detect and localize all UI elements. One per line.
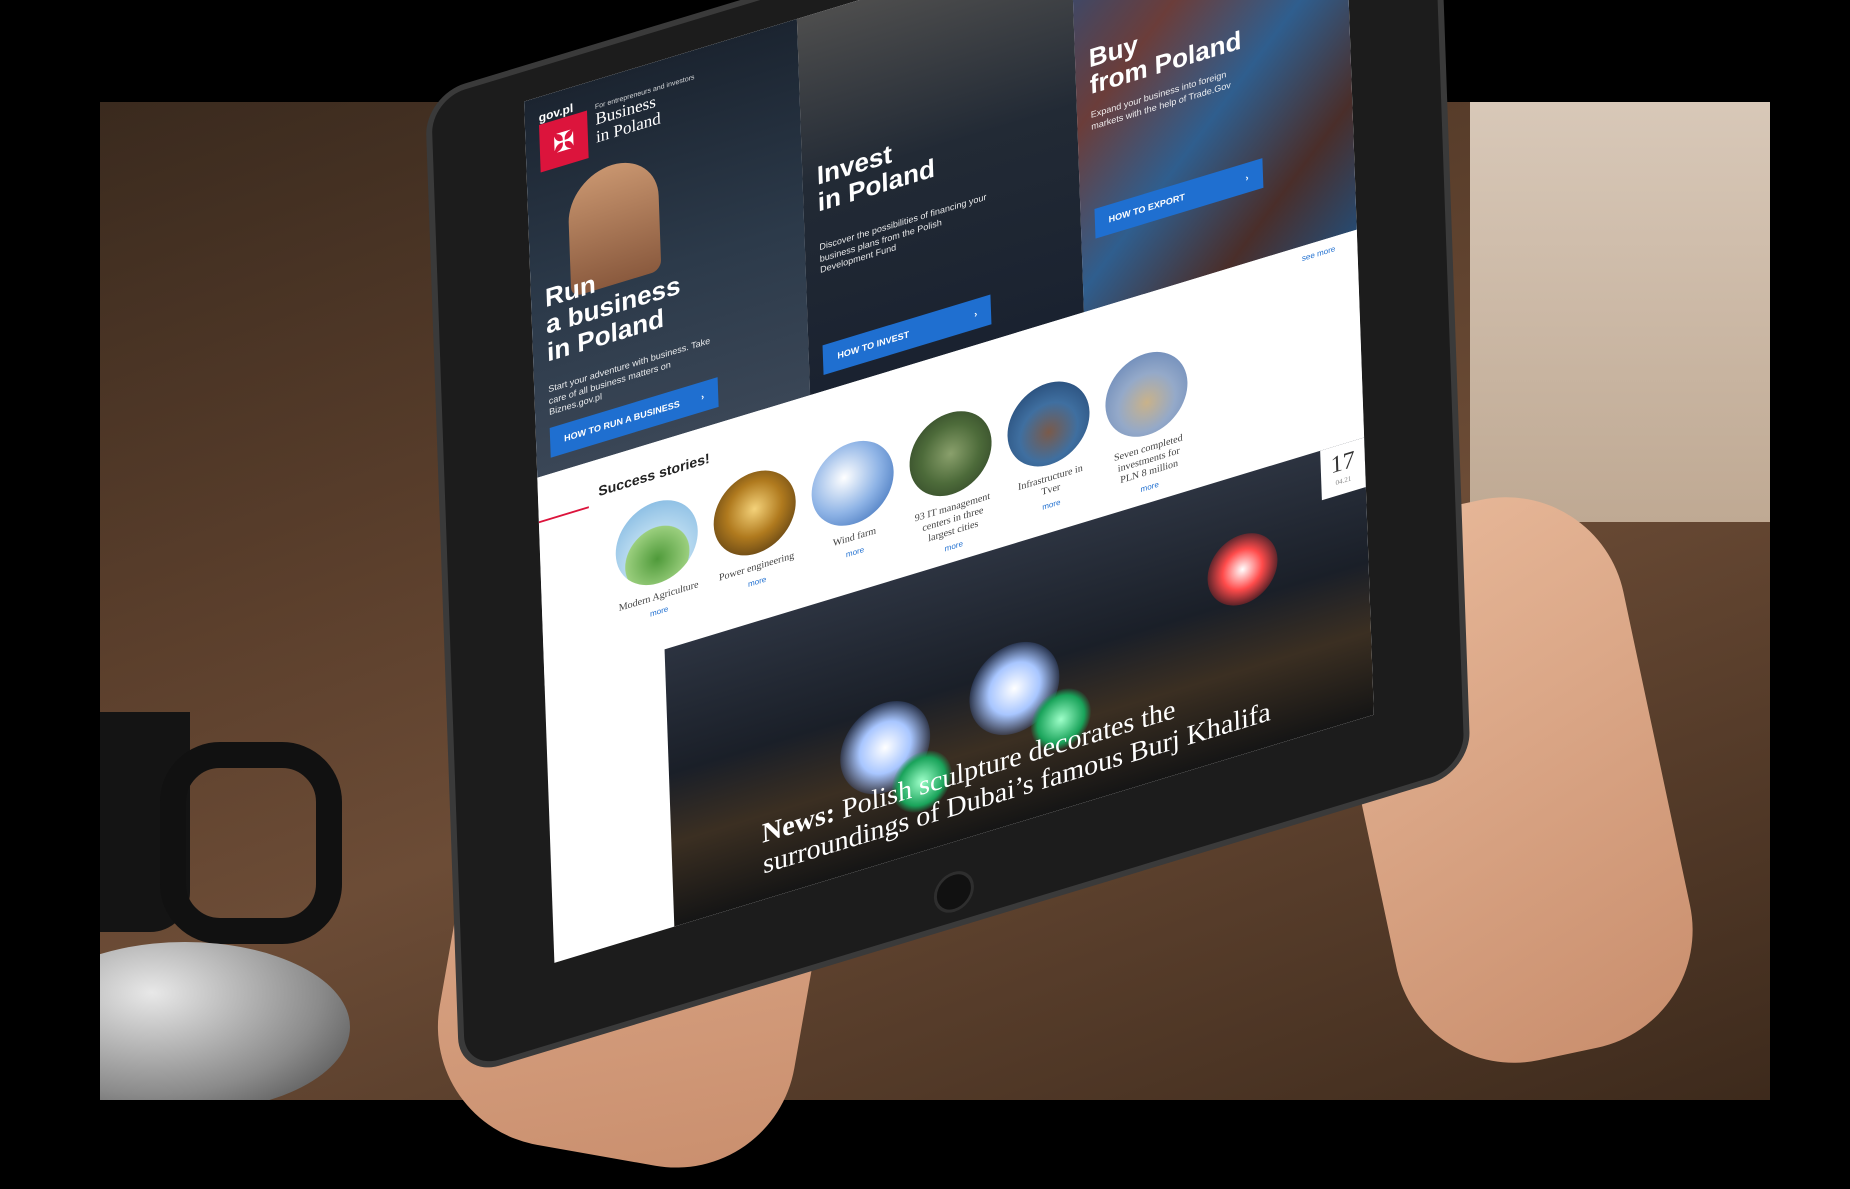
story-item[interactable]: Wind farm more [810,430,897,592]
story-thumbnail[interactable] [712,459,798,566]
story-thumbnail[interactable] [614,489,700,596]
story-item[interactable]: Seven completed investments for PLN 8 mi… [1104,341,1191,503]
invest-title: Invest in Poland [816,138,936,218]
story-thumbnail[interactable] [1104,341,1189,448]
see-more-link[interactable]: see more [1302,244,1336,263]
story-thumbnail[interactable] [908,400,993,507]
story-item[interactable]: Power engineering more [712,459,799,622]
story-item[interactable]: Modern Agriculture more [614,489,701,652]
coffee-cup [100,682,350,1100]
story-item[interactable]: 93 IT management centers in three larges… [908,400,995,563]
story-thumbnail[interactable] [1006,370,1091,478]
chevron-right-icon: › [974,308,978,320]
how-to-export-button[interactable]: › HOW TO EXPORT [1094,158,1264,239]
chevron-right-icon: › [700,391,705,403]
chevron-right-icon: › [1245,172,1249,184]
background-wall [1470,102,1770,522]
story-thumbnail[interactable] [810,430,896,537]
sculpture-light [1206,524,1279,615]
section-divider [538,506,589,524]
story-item[interactable]: Infrastructure in Tver more [1006,370,1093,533]
